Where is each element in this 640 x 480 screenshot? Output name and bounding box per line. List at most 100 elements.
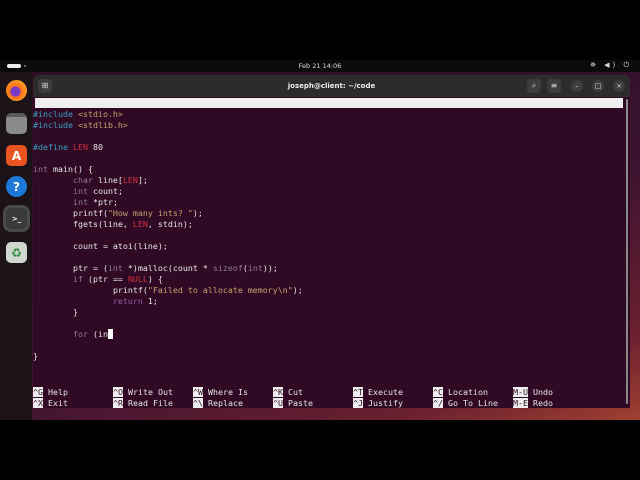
code-token: count = atoi(line); xyxy=(33,241,168,251)
code-token: *)malloc(count * xyxy=(122,263,213,273)
code-line[interactable]: ptr = (int *)malloc(count * sizeof(int))… xyxy=(33,263,278,274)
code-token: for xyxy=(72,329,88,339)
system-menu[interactable]: ⛯ ◀) ⏻ xyxy=(590,61,632,70)
desktop: Feb 21 14:06 ⛯ ◀) ⏻ A ? >_ ♻ ⊞ joseph@cl… xyxy=(0,60,640,420)
code-token: <stdio.h> xyxy=(77,109,123,119)
header-bar: ⊞ joseph@client: ~/code ⌕ ≡ – □ × xyxy=(33,75,630,97)
code-token: ); xyxy=(292,285,303,295)
code-token: LEN xyxy=(132,219,148,229)
code-line[interactable]: printf("Failed to allocate memory\n"); xyxy=(33,285,303,296)
code-token: if xyxy=(72,274,83,284)
code-token: <stdlib.h> xyxy=(77,120,128,130)
code-line[interactable]: int count; xyxy=(33,186,123,197)
clock[interactable]: Feb 21 14:06 xyxy=(0,62,640,70)
code-token: LEN xyxy=(122,175,138,185)
shortcut-label: Redo xyxy=(533,398,553,408)
code-line[interactable]: int main() { xyxy=(33,164,93,175)
file-name: dyn_array.c * xyxy=(315,118,380,128)
help-icon[interactable]: ? xyxy=(6,176,27,197)
code-token: #define xyxy=(33,142,73,152)
shortcut-key: ^R xyxy=(113,398,123,408)
code-line[interactable]: for (in xyxy=(33,329,113,340)
shortcut-go-to-line[interactable]: ^/ Go To Line xyxy=(433,398,498,408)
code-token: #include xyxy=(33,120,78,130)
shortcut-key: ^J xyxy=(353,398,363,408)
terminal-window: ⊞ joseph@client: ~/code ⌕ ≡ – □ × GNU na… xyxy=(33,75,630,408)
code-token: "Failed to allocate memory\n" xyxy=(147,285,293,295)
files-icon[interactable] xyxy=(6,113,27,134)
close-icon[interactable]: × xyxy=(613,80,625,92)
trash-icon[interactable]: ♻ xyxy=(6,242,27,263)
code-token: ); xyxy=(192,208,203,218)
terminal-icon[interactable]: >_ xyxy=(6,208,27,229)
shortcut-execute[interactable]: ^T Execute xyxy=(353,387,403,398)
code-token: main() { xyxy=(48,164,93,174)
shortcut-key: ^O xyxy=(113,387,123,397)
code-line[interactable]: int *ptr; xyxy=(33,197,118,208)
shortcut-redo[interactable]: M-E Redo xyxy=(513,398,553,408)
code-token: LEN xyxy=(72,142,88,152)
code-token: printf( xyxy=(33,285,148,295)
code-token: 80 xyxy=(87,142,103,152)
shortcut-key: ^/ xyxy=(433,398,443,408)
top-panel: Feb 21 14:06 ⛯ ◀) ⏻ xyxy=(0,60,640,72)
shortcut-key: ^X xyxy=(33,398,43,408)
code-token: int xyxy=(247,263,263,273)
code-line[interactable]: #define LEN 80 xyxy=(33,142,103,153)
scrollbar[interactable] xyxy=(626,99,628,404)
shortcut-replace[interactable]: ^\ Replace xyxy=(193,398,243,408)
code-token: return xyxy=(112,296,143,306)
code-token: line[ xyxy=(92,175,123,185)
dock: A ? >_ ♻ xyxy=(0,72,32,420)
menu-icon[interactable]: ≡ xyxy=(547,79,561,93)
code-line[interactable]: count = atoi(line); xyxy=(33,241,168,252)
shortcut-location[interactable]: ^C Location xyxy=(433,387,488,398)
shortcut-undo[interactable]: M-U Undo xyxy=(513,387,553,398)
code-line[interactable]: #include <stdlib.h> xyxy=(33,120,128,131)
code-line[interactable]: return 1; xyxy=(33,296,158,307)
shortcut-help[interactable]: ^G Help xyxy=(33,387,68,398)
shortcut-label: Replace xyxy=(208,398,243,408)
code-line[interactable]: } xyxy=(33,307,78,318)
code-token: char xyxy=(72,175,93,185)
code-token: } xyxy=(33,307,78,317)
code-line[interactable]: printf("How many ints? "); xyxy=(33,208,203,219)
shortcut-label: Exit xyxy=(48,398,68,408)
code-token: "How many ints? " xyxy=(107,208,193,218)
maximize-icon[interactable]: □ xyxy=(592,80,604,92)
code-token: )); xyxy=(262,263,278,273)
code-line[interactable]: char line[LEN]; xyxy=(33,175,148,186)
shortcut-label: Justify xyxy=(368,398,403,408)
shortcut-label: Undo xyxy=(533,387,553,397)
shortcut-cut[interactable]: ^K Cut xyxy=(273,387,303,398)
code-token: #include xyxy=(33,109,78,119)
shortcut-paste[interactable]: ^U Paste xyxy=(273,398,313,408)
code-token: , stdin); xyxy=(147,219,193,229)
code-line[interactable]: if (ptr == NULL) { xyxy=(33,274,163,285)
shortcut-justify[interactable]: ^J Justify xyxy=(353,398,403,408)
shortcut-read-file[interactable]: ^R Read File xyxy=(113,398,173,408)
search-icon[interactable]: ⌕ xyxy=(527,79,541,93)
firefox-icon[interactable] xyxy=(6,80,27,101)
shortcut-label: Go To Line xyxy=(448,398,498,408)
code-token: (ptr == xyxy=(82,274,128,284)
shortcut-where-is[interactable]: ^W Where Is xyxy=(193,387,248,398)
code-line[interactable]: } xyxy=(33,351,38,362)
shortcut-label: Write Out xyxy=(128,387,173,397)
shortcut-exit[interactable]: ^X Exit xyxy=(33,398,68,408)
shortcut-label: Paste xyxy=(288,398,313,408)
code-token: NULL xyxy=(127,274,148,284)
app-center-icon[interactable]: A xyxy=(6,145,27,166)
shortcut-label: Where Is xyxy=(208,387,248,397)
minimize-icon[interactable]: – xyxy=(571,80,583,92)
code-line[interactable]: #include <stdio.h> xyxy=(33,109,123,120)
code-line[interactable]: fgets(line, LEN, stdin); xyxy=(33,219,193,230)
shortcut-key: M-U xyxy=(513,387,528,397)
terminal-content[interactable]: GNU nano 7.2 dyn_array.c * #include <std… xyxy=(33,97,630,408)
shortcut-label: Help xyxy=(48,387,68,397)
shortcut-write-out[interactable]: ^O Write Out xyxy=(113,387,173,398)
code-token: (in xyxy=(87,329,108,339)
